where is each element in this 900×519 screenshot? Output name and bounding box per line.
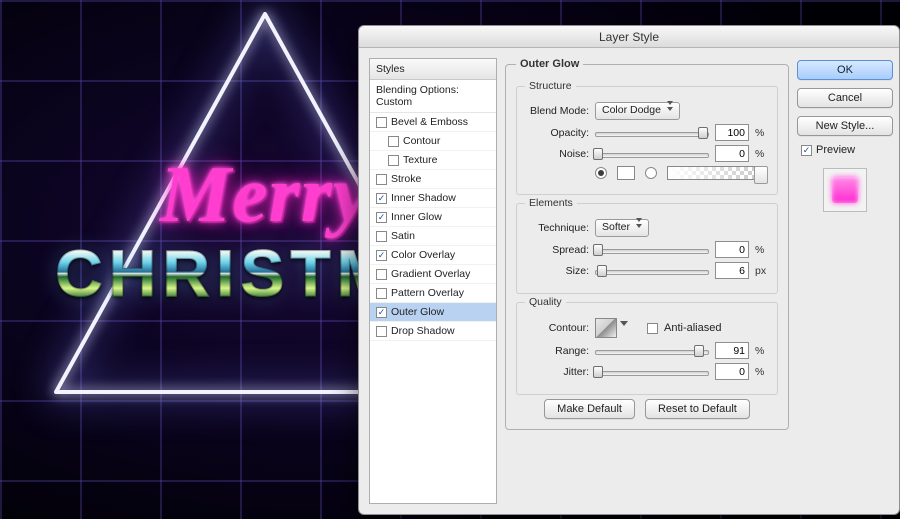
layer-style-dialog: Layer Style Styles Blending Options: Cus… [358, 25, 900, 515]
style-checkbox[interactable] [388, 136, 399, 147]
new-style-button[interactable]: New Style... [797, 116, 893, 136]
style-row-stroke[interactable]: Stroke [370, 170, 496, 189]
style-checkbox[interactable] [376, 231, 387, 242]
size-input[interactable] [715, 262, 749, 279]
contour-label: Contour: [525, 322, 589, 334]
style-label: Contour [403, 135, 440, 147]
size-label: Size: [525, 265, 589, 277]
styles-header[interactable]: Styles [370, 59, 496, 80]
jitter-input[interactable] [715, 363, 749, 380]
blend-mode-label: Blend Mode: [525, 105, 589, 117]
noise-input[interactable] [715, 145, 749, 162]
style-label: Color Overlay [391, 249, 455, 261]
styles-list: Styles Blending Options: Custom Bevel & … [369, 58, 497, 504]
opacity-label: Opacity: [525, 127, 589, 139]
style-row-inner-glow[interactable]: ✓ Inner Glow [370, 208, 496, 227]
style-row-contour[interactable]: Contour [370, 132, 496, 151]
noise-unit: % [755, 148, 769, 160]
style-label: Gradient Overlay [391, 268, 470, 280]
structure-group: Structure Blend Mode: Color Dodge Opacit… [516, 80, 778, 195]
style-row-inner-shadow[interactable]: ✓ Inner Shadow [370, 189, 496, 208]
style-checkbox[interactable]: ✓ [376, 212, 387, 223]
style-row-outer-glow[interactable]: ✓ Outer Glow [370, 303, 496, 322]
contour-picker[interactable] [595, 318, 617, 338]
size-unit: px [755, 265, 769, 277]
antialias-checkbox[interactable] [647, 323, 658, 334]
jitter-slider[interactable] [595, 365, 709, 379]
styles-items: Bevel & Emboss Contour Texture Stroke ✓ Inner… [370, 113, 496, 341]
elements-group: Elements Technique: Softer Spread: % Siz… [516, 197, 778, 294]
structure-legend: Structure [525, 80, 576, 92]
outer-glow-group: Outer Glow Structure Blend Mode: Color D… [505, 58, 789, 430]
spread-input[interactable] [715, 241, 749, 258]
style-checkbox[interactable] [376, 269, 387, 280]
style-row-pattern-overlay[interactable]: Pattern Overlay [370, 284, 496, 303]
style-row-drop-shadow[interactable]: Drop Shadow [370, 322, 496, 341]
size-slider[interactable] [595, 264, 709, 278]
jitter-label: Jitter: [525, 366, 589, 378]
glow-gradient-picker[interactable] [667, 166, 755, 180]
jitter-unit: % [755, 366, 769, 378]
cancel-button[interactable]: Cancel [797, 88, 893, 108]
style-checkbox[interactable]: ✓ [376, 193, 387, 204]
preview-thumbnail [823, 168, 867, 212]
style-checkbox[interactable] [376, 174, 387, 185]
settings-panel: Outer Glow Structure Blend Mode: Color D… [505, 58, 789, 504]
make-default-button[interactable]: Make Default [544, 399, 635, 419]
style-checkbox[interactable]: ✓ [376, 307, 387, 318]
reset-default-button[interactable]: Reset to Default [645, 399, 750, 419]
quality-legend: Quality [525, 296, 566, 308]
blending-options-row[interactable]: Blending Options: Custom [370, 80, 496, 113]
range-unit: % [755, 345, 769, 357]
glow-color-radio[interactable] [595, 167, 607, 179]
noise-slider[interactable] [595, 147, 709, 161]
antialias-label: Anti-aliased [664, 322, 721, 334]
style-row-color-overlay[interactable]: ✓ Color Overlay [370, 246, 496, 265]
style-row-gradient-overlay[interactable]: Gradient Overlay [370, 265, 496, 284]
artwork-text-merry: Merry [160, 150, 369, 241]
spread-label: Spread: [525, 244, 589, 256]
style-label: Pattern Overlay [391, 287, 464, 299]
technique-select[interactable]: Softer [595, 219, 649, 237]
spread-slider[interactable] [595, 243, 709, 257]
style-row-bevel-emboss[interactable]: Bevel & Emboss [370, 113, 496, 132]
style-label: Inner Shadow [391, 192, 456, 204]
dialog-right-column: OK Cancel New Style... Preview [797, 58, 893, 504]
glow-gradient-radio[interactable] [645, 167, 657, 179]
style-label: Satin [391, 230, 415, 242]
blend-mode-select[interactable]: Color Dodge [595, 102, 680, 120]
style-checkbox[interactable] [376, 117, 387, 128]
dialog-title: Layer Style [359, 26, 899, 48]
noise-label: Noise: [525, 148, 589, 160]
ok-button[interactable]: OK [797, 60, 893, 80]
preview-checkbox[interactable] [801, 145, 812, 156]
opacity-unit: % [755, 127, 769, 139]
quality-group: Quality Contour: Anti-aliased Range: % [516, 296, 778, 395]
style-row-texture[interactable]: Texture [370, 151, 496, 170]
style-label: Bevel & Emboss [391, 116, 468, 128]
style-checkbox[interactable] [376, 326, 387, 337]
elements-legend: Elements [525, 197, 577, 209]
style-row-satin[interactable]: Satin [370, 227, 496, 246]
preview-swatch-icon [832, 177, 858, 203]
spread-unit: % [755, 244, 769, 256]
preview-label: Preview [816, 144, 855, 156]
opacity-slider[interactable] [595, 126, 709, 140]
style-label: Outer Glow [391, 306, 444, 318]
style-label: Drop Shadow [391, 325, 455, 337]
style-label: Stroke [391, 173, 421, 185]
range-input[interactable] [715, 342, 749, 359]
style-label: Inner Glow [391, 211, 442, 223]
style-checkbox[interactable] [388, 155, 399, 166]
range-slider[interactable] [595, 344, 709, 358]
technique-label: Technique: [525, 222, 589, 234]
range-label: Range: [525, 345, 589, 357]
group-legend: Outer Glow [516, 58, 583, 70]
style-checkbox[interactable] [376, 288, 387, 299]
style-checkbox[interactable]: ✓ [376, 250, 387, 261]
glow-color-swatch[interactable] [617, 166, 635, 180]
style-label: Texture [403, 154, 437, 166]
opacity-input[interactable] [715, 124, 749, 141]
